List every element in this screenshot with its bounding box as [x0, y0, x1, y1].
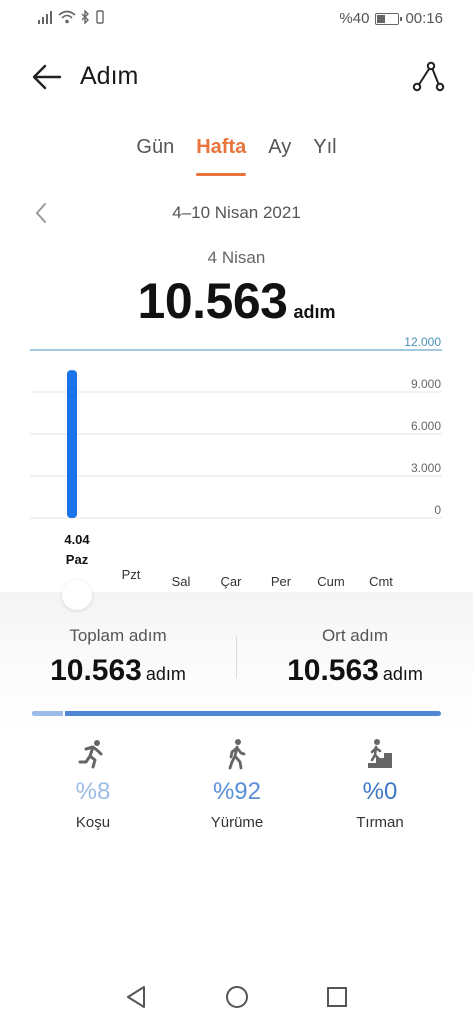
walking-label: Yürüme: [210, 814, 264, 831]
activity-climbing: %0 Tırman: [305, 738, 455, 831]
battery-icon: [375, 12, 403, 25]
climbing-label: Tırman: [356, 814, 404, 831]
climbing-percent: %0: [362, 778, 398, 805]
y-tick-label: 9.000: [411, 377, 441, 391]
steps-chart-svg: 12.000 9.000 6.000 3.000 0 4.04 Paz Pzt Sal Çar Pe…: [30, 335, 442, 589]
total-steps-label: Toplam adım: [69, 626, 167, 645]
average-steps-label: Ort adım: [321, 626, 389, 645]
y-tick-label: 3.000: [411, 461, 441, 475]
activity-distribution-bar: [32, 711, 441, 716]
square-recents-icon: [327, 987, 347, 1007]
running-percent: %8: [75, 778, 111, 805]
status-icons-right: %40 00:16: [339, 10, 443, 27]
running-segment: [32, 711, 63, 716]
share-icon: [412, 61, 445, 92]
climbing-icon: [364, 738, 396, 770]
nav-recents-button[interactable]: [324, 984, 350, 1010]
y-tick-label: 0: [434, 503, 441, 517]
circle-home-icon: [226, 986, 248, 1008]
battery-percent: %40: [339, 10, 370, 27]
tab-day[interactable]: Gün: [136, 136, 174, 176]
y-tick-label: 12.000: [404, 335, 441, 349]
activity-walking: %92 Yürüme: [162, 738, 312, 831]
tab-month[interactable]: Ay: [268, 136, 291, 176]
average-steps-value: 10.563: [287, 654, 379, 687]
total-steps-unit: adım: [145, 664, 186, 684]
x-category-label: Cmt: [369, 574, 393, 589]
share-button[interactable]: [411, 60, 445, 94]
nav-back-button[interactable]: [124, 984, 150, 1010]
nav-home-button[interactable]: [224, 984, 250, 1010]
walking-icon: [221, 738, 253, 770]
x-category-label: Çar: [221, 574, 243, 589]
selected-steps-value: 10.563: [137, 273, 288, 329]
x-category-label: Cum: [317, 574, 344, 589]
status-icons-left: [38, 10, 106, 24]
period-tabs: Gün Hafta Ay Yıl: [0, 136, 473, 176]
bar: [67, 370, 77, 518]
selected-steps: 10.563 adım: [0, 272, 473, 330]
y-tick-label: 6.000: [411, 419, 441, 433]
x-category-label: Sal: [172, 574, 191, 589]
app-header: Adım: [0, 52, 473, 102]
running-icon: [77, 738, 109, 770]
triangle-back-icon: [127, 986, 145, 1008]
activity-running: %8 Koşu: [18, 738, 168, 831]
steps-chart[interactable]: 12.000 9.000 6.000 3.000 0 4.04 Paz Pzt Sal Çar Pe…: [30, 330, 445, 600]
tab-year[interactable]: Yıl: [313, 136, 336, 176]
selected-steps-unit: adım: [293, 302, 336, 322]
total-steps-value: 10.563: [50, 654, 142, 687]
status-bar: %40 00:16: [0, 0, 473, 40]
x-category-label: Paz: [66, 552, 89, 567]
segment-gap: [63, 711, 65, 716]
x-selected-date-label: 4.04: [64, 532, 90, 547]
x-category-label: Pzt: [122, 567, 141, 582]
selected-date: 4 Nisan: [207, 248, 266, 267]
system-nav-bar: [0, 970, 473, 1024]
chart-scrubber-handle[interactable]: [62, 580, 92, 610]
page-title: Adım: [80, 62, 139, 90]
tab-week[interactable]: Hafta: [196, 136, 247, 176]
average-steps-stat: Ort adım 10.563 adım: [237, 626, 473, 688]
date-range-label: 4–10 Nisan 2021: [172, 203, 301, 222]
vibrate-icon: [96, 10, 104, 24]
arrow-left-icon: [32, 64, 62, 90]
wifi-icon: [58, 10, 76, 24]
bluetooth-icon: [81, 10, 89, 24]
back-button[interactable]: [30, 62, 64, 92]
x-category-label: Per: [271, 574, 292, 589]
running-label: Koşu: [75, 814, 111, 831]
clock: 00:16: [405, 10, 443, 27]
total-steps-stat: Toplam adım 10.563 adım: [0, 626, 236, 688]
average-steps-unit: adım: [382, 664, 423, 684]
walking-percent: %92: [212, 778, 262, 805]
signal-icon: [38, 11, 52, 24]
